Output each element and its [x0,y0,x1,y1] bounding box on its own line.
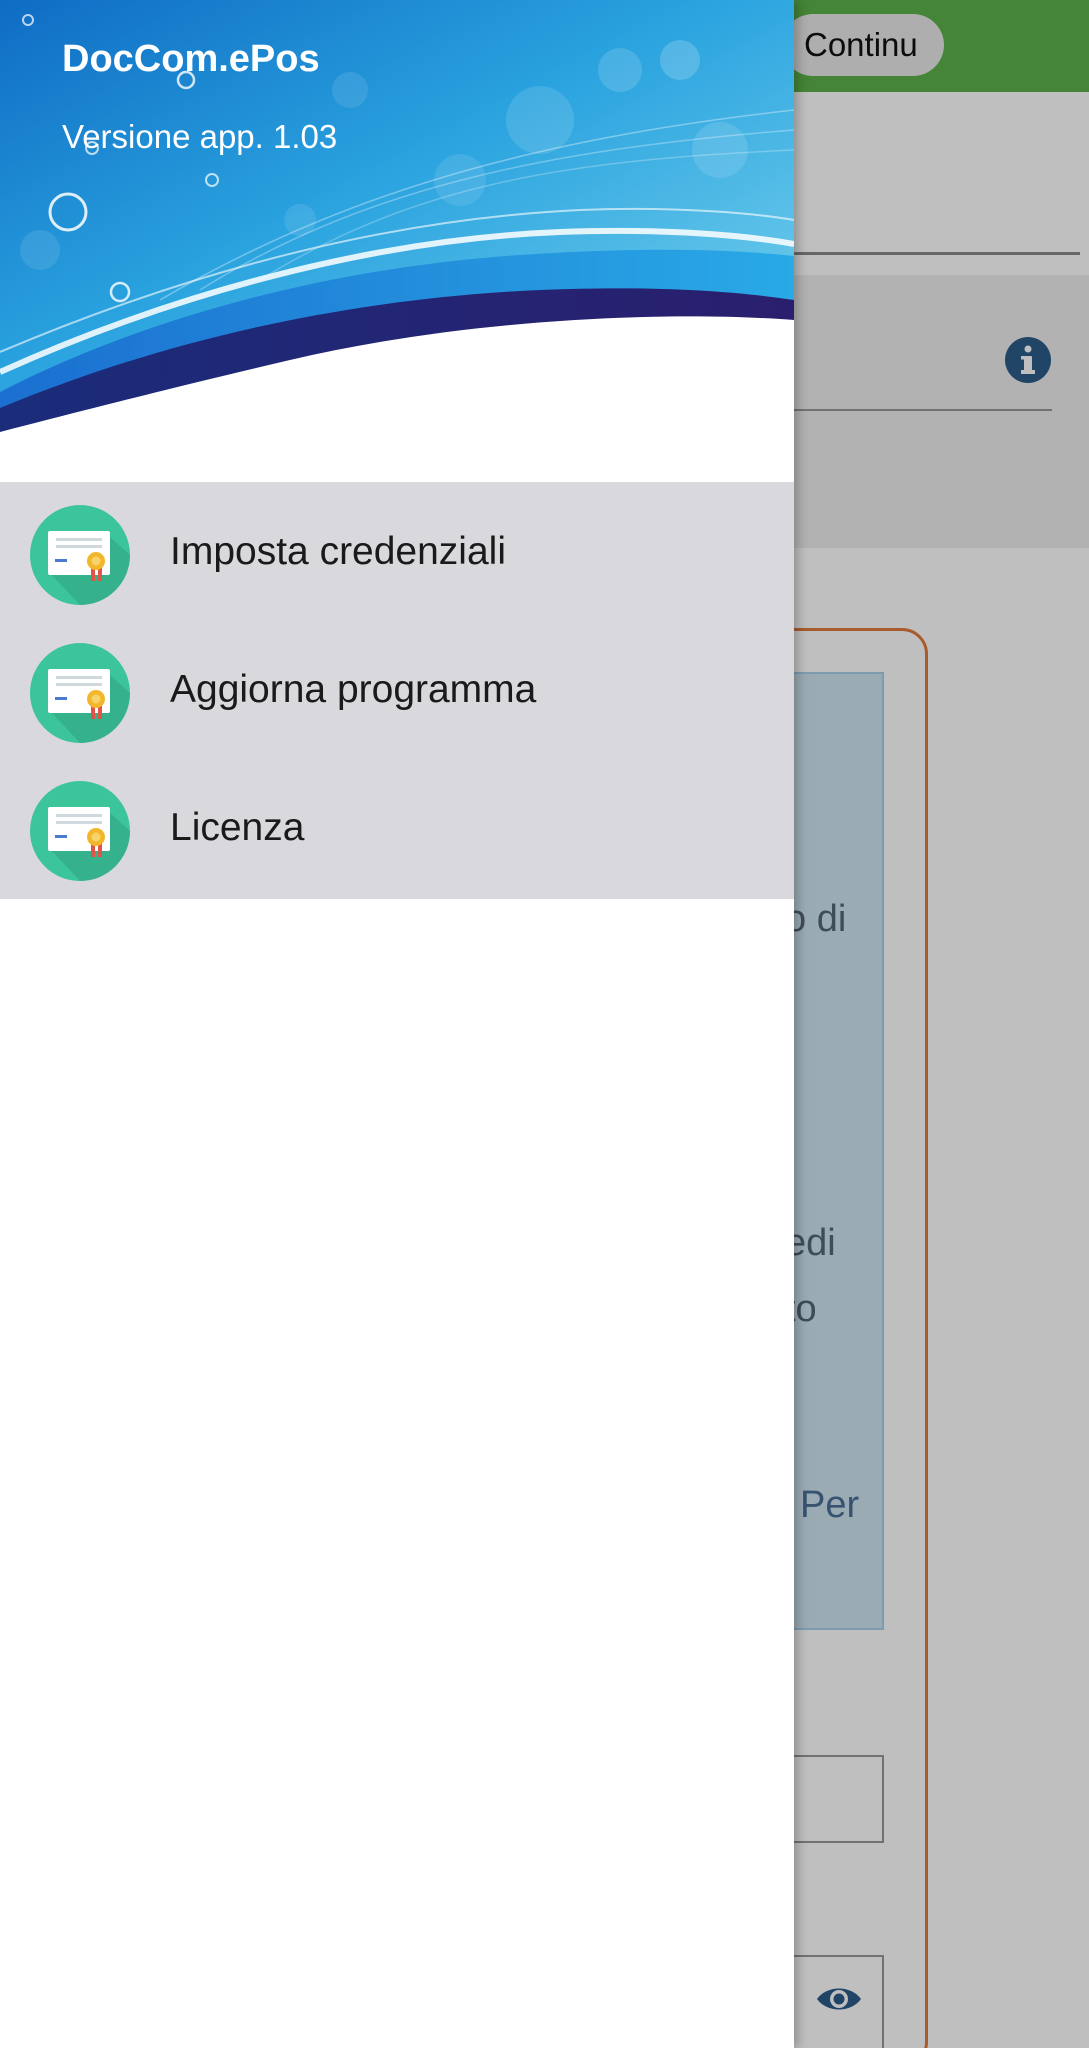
menu-item-aggiorna-programma[interactable]: Aggiorna programma [0,620,794,758]
certificate-icon [30,505,130,605]
navigation-drawer: DocCom.ePos Versione app. 1.03 Imposta c… [0,0,794,2048]
menu-item-licenza[interactable]: Licenza [0,758,794,896]
menu-item-label: Imposta credenziali [170,530,506,573]
app-version: Versione app. 1.03 [62,118,338,155]
drawer-header: DocCom.ePos Versione app. 1.03 [0,0,794,482]
certificate-icon [30,643,130,743]
menu-item-label: Licenza [170,806,305,849]
drawer-menu: Imposta credenziali Aggiorna programma L… [0,482,794,899]
certificate-icon [30,781,130,881]
app-name: DocCom.ePos [62,38,320,80]
menu-item-label: Aggiorna programma [170,668,537,711]
menu-item-imposta-credenziali[interactable]: Imposta credenziali [0,482,794,620]
